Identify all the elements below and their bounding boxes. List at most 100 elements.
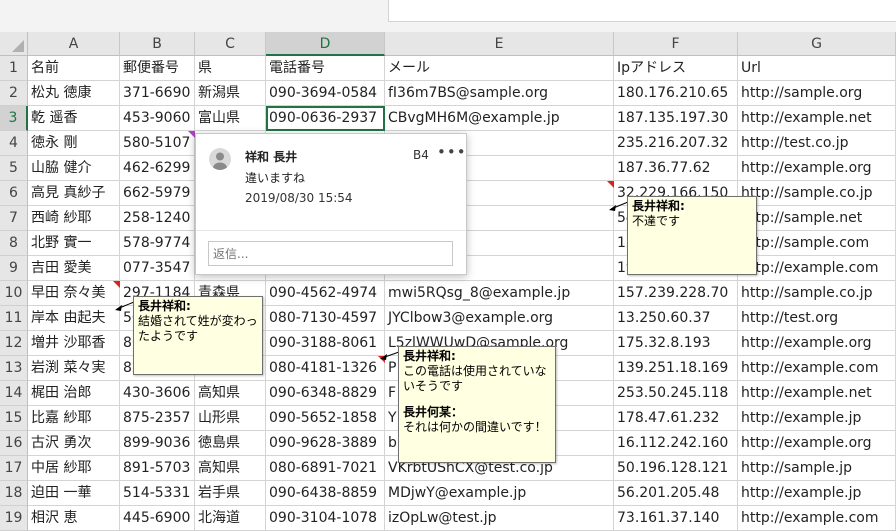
cell-c1[interactable]: 県 <box>195 56 266 81</box>
cell-f15[interactable]: 178.47.61.232 <box>614 406 738 431</box>
cell-e2[interactable]: fI36m7BS@sample.org <box>385 81 614 106</box>
cell-g17[interactable]: http://sample.jp <box>738 456 896 481</box>
cell-c19[interactable]: 北海道 <box>195 506 266 531</box>
cell-d2[interactable]: 090-3694-0584 <box>266 81 385 106</box>
formula-bar[interactable] <box>388 0 896 22</box>
cell-g13[interactable]: http://example.com <box>738 356 896 381</box>
cell-g14[interactable]: http://example.net <box>738 381 896 406</box>
cell-f18[interactable]: 56.201.205.48 <box>614 481 738 506</box>
row-header-7[interactable]: 7 <box>0 206 28 231</box>
cell-g7[interactable]: http://sample.net <box>738 206 896 231</box>
cell-d17[interactable]: 080-6891-7021 <box>266 456 385 481</box>
cell-b14[interactable]: 430-3606 <box>120 381 195 406</box>
cell-b19[interactable]: 445-6900 <box>120 506 195 531</box>
cell-d11[interactable]: 080-7130-4597 <box>266 306 385 331</box>
cell-f2[interactable]: 180.176.210.65 <box>614 81 738 106</box>
column-header-a[interactable]: A <box>28 32 120 56</box>
cell-f4[interactable]: 235.216.207.32 <box>614 131 738 156</box>
cell-d13[interactable]: 080-4181-1326 <box>266 356 385 381</box>
column-header-e[interactable]: E <box>385 32 614 56</box>
select-all-corner[interactable] <box>0 32 28 56</box>
cell-b18[interactable]: 514-5331 <box>120 481 195 506</box>
cell-f14[interactable]: 253.50.245.118 <box>614 381 738 406</box>
cell-e1[interactable]: メール <box>385 56 614 81</box>
note-d13[interactable]: 長井祥和: この電話は使用されていないそうです 長井何某： それは何かの間違いで… <box>398 346 556 463</box>
cell-a13[interactable]: 岩渕 菜々実 <box>28 356 120 381</box>
cell-f17[interactable]: 50.196.128.121 <box>614 456 738 481</box>
cell-f1[interactable]: Ipアドレス <box>614 56 738 81</box>
cell-f16[interactable]: 16.112.242.160 <box>614 431 738 456</box>
cell-e3[interactable]: CBvgMH6M@example.jp <box>385 106 614 131</box>
cell-g1[interactable]: Url <box>738 56 896 81</box>
cell-a3[interactable]: 乾 遥香 <box>28 106 120 131</box>
cell-a12[interactable]: 増井 沙耶香 <box>28 331 120 356</box>
cell-d10[interactable]: 090-4562-4974 <box>266 281 385 306</box>
row-header-8[interactable]: 8 <box>0 231 28 256</box>
cell-f3[interactable]: 187.135.197.30 <box>614 106 738 131</box>
cell-e11[interactable]: JYClbow3@example.org <box>385 306 614 331</box>
row-header-9[interactable]: 9 <box>0 256 28 281</box>
row-header-11[interactable]: 11 <box>0 306 28 331</box>
cell-d1[interactable]: 電話番号 <box>266 56 385 81</box>
cell-a7[interactable]: 西崎 紗耶 <box>28 206 120 231</box>
cell-f10[interactable]: 157.239.228.70 <box>614 281 738 306</box>
row-header-14[interactable]: 14 <box>0 381 28 406</box>
cell-d3[interactable]: 090-0636-2937 <box>266 106 385 131</box>
row-header-5[interactable]: 5 <box>0 156 28 181</box>
row-header-15[interactable]: 15 <box>0 406 28 431</box>
cell-d16[interactable]: 090-9628-3889 <box>266 431 385 456</box>
row-header-4[interactable]: 4 <box>0 131 28 156</box>
cell-g11[interactable]: http://test.org <box>738 306 896 331</box>
cell-c18[interactable]: 岩手県 <box>195 481 266 506</box>
threaded-comment-card[interactable]: 祥和 長井 B4 ••• 違いますね 2019/08/30 15:54 <box>195 133 467 275</box>
cell-d15[interactable]: 090-5652-1858 <box>266 406 385 431</box>
cell-a8[interactable]: 北野 實一 <box>28 231 120 256</box>
row-header-18[interactable]: 18 <box>0 481 28 506</box>
cell-c17[interactable]: 高知県 <box>195 456 266 481</box>
column-header-g[interactable]: G <box>738 32 896 56</box>
cell-b7[interactable]: 258-1240 <box>120 206 195 231</box>
cell-b17[interactable]: 891-5703 <box>120 456 195 481</box>
cell-c16[interactable]: 徳島県 <box>195 431 266 456</box>
row-header-16[interactable]: 16 <box>0 431 28 456</box>
cell-g19[interactable]: http://example.com <box>738 506 896 531</box>
cell-g18[interactable]: http://example.jp <box>738 481 896 506</box>
cell-f12[interactable]: 175.32.8.193 <box>614 331 738 356</box>
more-options-icon[interactable]: ••• <box>437 143 467 161</box>
cell-g3[interactable]: http://example.net <box>738 106 896 131</box>
cell-b9[interactable]: 077-3547 <box>120 256 195 281</box>
note-f6[interactable]: 長井祥和: 不達です <box>627 196 757 275</box>
cell-b2[interactable]: 371-6690 <box>120 81 195 106</box>
row-header-3[interactable]: 3 <box>0 106 28 131</box>
cell-a16[interactable]: 古沢 勇次 <box>28 431 120 456</box>
note-a10[interactable]: 長井祥和: 結婚されて姓が変わったようです <box>133 296 263 375</box>
cell-b5[interactable]: 462-6299 <box>120 156 195 181</box>
cell-b6[interactable]: 662-5979 <box>120 181 195 206</box>
cell-b3[interactable]: 453-9060 <box>120 106 195 131</box>
cell-d19[interactable]: 090-3104-1078 <box>266 506 385 531</box>
row-header-1[interactable]: 1 <box>0 56 28 81</box>
cell-b4[interactable]: 580-5107 <box>120 131 195 156</box>
cell-g9[interactable]: http://example.com <box>738 256 896 281</box>
cell-b15[interactable]: 875-2357 <box>120 406 195 431</box>
cell-d14[interactable]: 090-6348-8829 <box>266 381 385 406</box>
cell-e19[interactable]: izOpLw@test.jp <box>385 506 614 531</box>
cell-f11[interactable]: 13.250.60.37 <box>614 306 738 331</box>
cell-c14[interactable]: 高知県 <box>195 381 266 406</box>
cell-g12[interactable]: http://example.org <box>738 331 896 356</box>
row-header-13[interactable]: 13 <box>0 356 28 381</box>
cell-a5[interactable]: 山脇 健介 <box>28 156 120 181</box>
cell-f13[interactable]: 139.251.18.169 <box>614 356 738 381</box>
row-header-12[interactable]: 12 <box>0 331 28 356</box>
cell-c2[interactable]: 新潟県 <box>195 81 266 106</box>
row-header-19[interactable]: 19 <box>0 506 28 531</box>
cell-d18[interactable]: 090-6438-8859 <box>266 481 385 506</box>
cell-a10[interactable]: 早田 奈々美 <box>28 281 120 306</box>
cell-a15[interactable]: 比嘉 紗耶 <box>28 406 120 431</box>
cell-a17[interactable]: 中居 紗耶 <box>28 456 120 481</box>
row-header-10[interactable]: 10 <box>0 281 28 306</box>
cell-a18[interactable]: 迫田 一華 <box>28 481 120 506</box>
cell-g2[interactable]: http://sample.org <box>738 81 896 106</box>
cell-f19[interactable]: 73.161.37.140 <box>614 506 738 531</box>
cell-a6[interactable]: 高見 真紗子 <box>28 181 120 206</box>
